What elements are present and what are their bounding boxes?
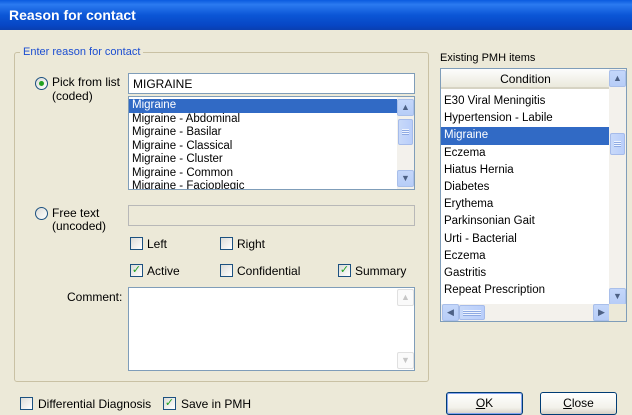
free-text-input[interactable] <box>128 205 415 226</box>
pmh-list-item[interactable]: Gastritis <box>441 265 611 282</box>
pmh-list-item[interactable]: E30 Viral Meningitis <box>441 93 611 110</box>
search-input[interactable]: MIGRAINE <box>128 73 415 94</box>
active-label: Active <box>147 264 180 278</box>
coded-option-item[interactable]: Migraine <box>129 99 397 113</box>
coded-option-item[interactable]: Migraine - Facioplegic <box>129 180 397 189</box>
check-mark-icon: ✓ <box>131 264 142 276</box>
right-label: Right <box>237 237 266 251</box>
check-mark-icon: ✓ <box>339 264 350 276</box>
coded-option-item[interactable]: Migraine - Cluster <box>129 153 397 167</box>
active-checkbox[interactable]: ✓ <box>130 264 143 277</box>
scroll-thumb[interactable] <box>398 119 413 145</box>
comment-scrollbar[interactable]: ▲ ▼ <box>397 288 414 370</box>
coded-option-item[interactable]: Migraine - Basilar <box>129 126 397 140</box>
scroll-down-icon[interactable]: ▼ <box>397 170 414 187</box>
comment-textarea[interactable]: ▲ ▼ <box>128 287 415 371</box>
pmh-list-item[interactable]: Repeat Prescription <box>441 282 611 299</box>
pmh-list-item[interactable]: Erythema <box>441 196 611 213</box>
uncoded-label: (uncoded) <box>52 219 107 233</box>
summary-label: Summary <box>355 264 407 278</box>
title-bar[interactable]: Reason for contact <box>0 0 632 30</box>
scroll-down-icon[interactable]: ▼ <box>609 288 626 305</box>
scroll-up-icon[interactable]: ▲ <box>397 99 414 116</box>
search-input-value: MIGRAINE <box>133 77 193 91</box>
save-in-pmh-checkbox[interactable]: ✓ <box>163 397 176 410</box>
scroll-thumb[interactable] <box>610 133 625 155</box>
coded-option-item[interactable]: Migraine - Abdominal <box>129 113 397 127</box>
coded-list-scrollbar[interactable]: ▲ ▼ <box>397 97 414 189</box>
comment-label: Comment: <box>67 290 123 304</box>
pmh-list-item[interactable]: Diabetes <box>441 179 611 196</box>
save-in-pmh-label: Save in PMH <box>181 397 252 411</box>
pmh-list-item[interactable]: Hypertension - Labile <box>441 110 611 127</box>
pmh-horizontal-scrollbar[interactable]: ◀ ▶ <box>441 304 611 321</box>
right-checkbox[interactable] <box>220 237 233 250</box>
confidential-label: Confidential <box>237 264 301 278</box>
pmh-list-item[interactable]: Urti - Bacterial <box>441 231 611 248</box>
differential-diagnosis-label: Differential Diagnosis <box>38 397 152 411</box>
coded-option-item[interactable]: Migraine - Common <box>129 167 397 181</box>
free-text-radio[interactable] <box>35 207 48 220</box>
pmh-list-item[interactable]: Parkinsonian Gait <box>441 213 611 230</box>
coded-option-item[interactable]: Migraine - Classical <box>129 140 397 154</box>
pmh-list-item[interactable]: Migraine <box>441 127 611 145</box>
condition-column-header[interactable]: Condition <box>441 69 611 89</box>
check-mark-icon: ✓ <box>164 397 175 409</box>
pmh-list-item[interactable]: Eczema <box>441 145 611 162</box>
window-title: Reason for contact <box>9 7 136 23</box>
ok-button[interactable]: OK <box>446 392 523 415</box>
pmh-list-item[interactable]: Eczema <box>441 248 611 265</box>
pick-from-list-radio[interactable] <box>35 77 48 90</box>
coded-options-list[interactable]: Migraine Migraine - Abdominal Migraine - B… <box>128 96 415 190</box>
pmh-list-item[interactable]: Hiatus Hernia <box>441 162 611 179</box>
pick-from-list-label: Pick from list <box>52 75 121 89</box>
scroll-up-icon[interactable]: ▲ <box>609 70 626 87</box>
scroll-left-icon[interactable]: ◀ <box>442 304 459 321</box>
left-checkbox[interactable] <box>130 237 143 250</box>
pmh-list[interactable]: Condition E30 Viral Meningitis Hypertensi… <box>440 68 627 322</box>
differential-diagnosis-checkbox[interactable] <box>20 397 33 410</box>
coded-label: (coded) <box>52 89 93 103</box>
group-legend: Enter reason for contact <box>20 46 144 58</box>
pmh-vertical-scrollbar[interactable]: ▲ ▼ <box>609 69 626 306</box>
pmh-caption: Existing PMH items <box>440 52 536 64</box>
scroll-corner <box>609 304 626 321</box>
reason-for-contact-dialog: Reason for contact Enter reason for cont… <box>0 0 632 415</box>
close-button[interactable]: Close <box>540 392 617 415</box>
summary-checkbox[interactable]: ✓ <box>338 264 351 277</box>
left-label: Left <box>147 237 168 251</box>
scroll-right-icon[interactable]: ▶ <box>593 304 610 321</box>
scroll-thumb[interactable] <box>459 305 485 320</box>
scroll-down-icon[interactable]: ▼ <box>397 352 414 369</box>
scroll-up-icon[interactable]: ▲ <box>397 289 414 306</box>
confidential-checkbox[interactable] <box>220 264 233 277</box>
